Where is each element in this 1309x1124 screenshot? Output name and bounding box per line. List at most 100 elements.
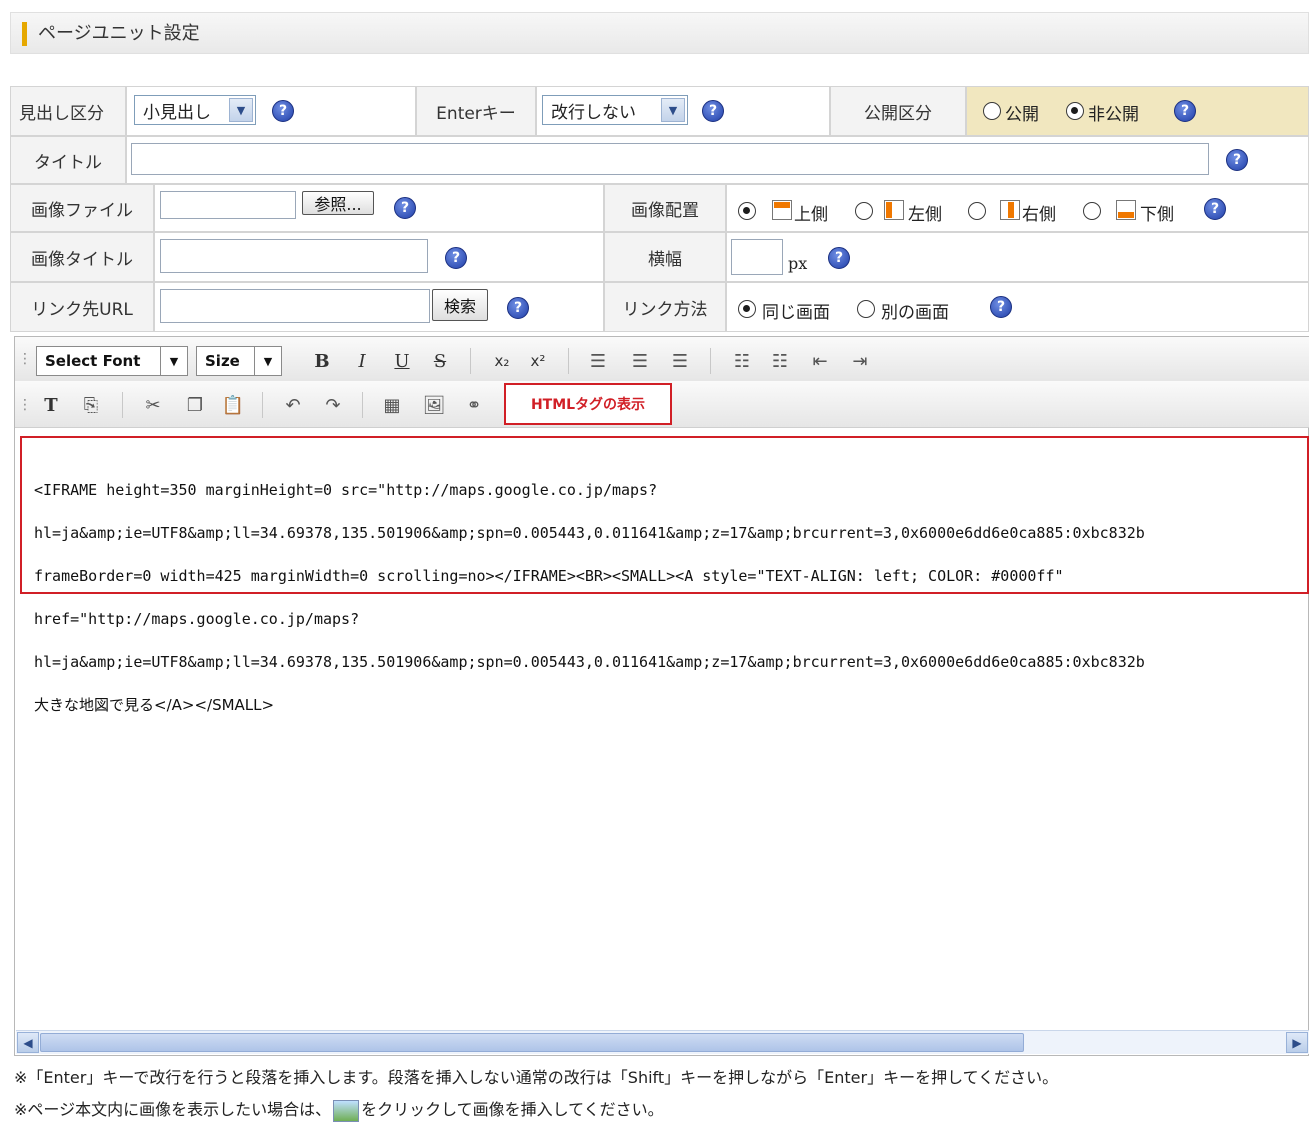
publish-option-public: 公開 xyxy=(1005,105,1039,125)
redo-icon[interactable]: ↷ xyxy=(318,390,348,420)
code-line: href="http://maps.google.co.jp/maps? xyxy=(34,609,360,628)
heading-type-label: 見出し区分 xyxy=(10,86,126,136)
link-method-other: 別の画面 xyxy=(881,303,949,323)
publish-option-private: 非公開 xyxy=(1088,105,1139,125)
heading-type-select[interactable]: 小見出し ▼ xyxy=(134,95,256,125)
header-accent-bar xyxy=(22,22,27,46)
paste-icon[interactable]: 📋 xyxy=(218,390,248,420)
undo-icon[interactable]: ↶ xyxy=(278,390,308,420)
enter-key-select[interactable]: 改行しない ▼ xyxy=(542,95,688,125)
help-icon[interactable]: ? xyxy=(394,197,416,219)
enter-key-value: 改行しない xyxy=(551,102,636,123)
link-method-radio-same[interactable] xyxy=(738,300,756,318)
html-tag-toggle-button[interactable]: HTMLタグの表示 xyxy=(504,383,672,425)
publish-label: 公開区分 xyxy=(830,86,966,136)
size-select[interactable]: Size ▼ xyxy=(196,346,282,376)
title-input[interactable] xyxy=(131,143,1209,175)
toolbar-separator xyxy=(470,348,471,374)
image-insert-icon xyxy=(333,1099,360,1122)
toolbar-separator xyxy=(710,348,711,374)
enter-key-note: ※「Enter」キーで改行を行うと段落を挿入します。段落を挿入しない通常の改行は… xyxy=(14,1068,1059,1087)
image-position-radio-right[interactable] xyxy=(968,202,986,220)
table-icon[interactable]: ▦ xyxy=(376,390,408,420)
font-select[interactable]: Select Font ▼ xyxy=(36,346,188,376)
scroll-right-icon[interactable]: ▶ xyxy=(1286,1032,1308,1053)
search-button[interactable]: 検索 xyxy=(432,289,488,321)
subscript-icon[interactable]: x₂ xyxy=(488,346,516,376)
image-file-label: 画像ファイル xyxy=(10,184,154,232)
help-icon[interactable]: ? xyxy=(990,296,1012,318)
width-label: 横幅 xyxy=(604,232,726,282)
image-position-radio-left[interactable] xyxy=(855,202,873,220)
position-right-icon xyxy=(1000,200,1020,220)
title-label: タイトル xyxy=(10,136,126,184)
link-method-radio-other[interactable] xyxy=(857,300,875,318)
indent-icon[interactable]: ⇥ xyxy=(846,346,874,376)
image-position-top: 上側 xyxy=(794,205,828,225)
align-right-icon[interactable]: ☰ xyxy=(666,346,694,376)
code-line: hl=ja&amp;ie=UTF8&amp;ll=34.69378,135.50… xyxy=(34,523,1145,542)
italic-button[interactable]: I xyxy=(348,346,376,376)
scroll-left-icon[interactable]: ◀ xyxy=(17,1032,39,1053)
image-position-radio-top[interactable] xyxy=(738,202,756,220)
help-icon[interactable]: ? xyxy=(702,100,724,122)
paste-format-icon[interactable]: ⎘ xyxy=(76,390,106,420)
image-position-bottom: 下側 xyxy=(1140,205,1174,225)
superscript-icon[interactable]: x² xyxy=(524,346,552,376)
cut-icon[interactable]: ✂ xyxy=(138,390,168,420)
image-title-input[interactable] xyxy=(160,239,428,273)
help-icon[interactable]: ? xyxy=(272,100,294,122)
link-method-same: 同じ画面 xyxy=(762,303,830,323)
toolbar-separator xyxy=(362,392,363,418)
code-line: <IFRAME height=350 marginHeight=0 src="h… xyxy=(34,480,658,499)
image-file-input[interactable] xyxy=(160,191,296,219)
chevron-down-icon: ▼ xyxy=(229,98,253,122)
heading-type-value: 小見出し xyxy=(143,102,211,123)
link-url-label: リンク先URL xyxy=(10,282,154,332)
image-position-radio-bottom[interactable] xyxy=(1083,202,1101,220)
position-left-icon xyxy=(884,200,904,220)
enter-key-label: Enterキー xyxy=(416,86,536,136)
toolbar-separator xyxy=(262,392,263,418)
help-icon[interactable]: ? xyxy=(828,247,850,269)
code-line: frameBorder=0 width=425 marginWidth=0 sc… xyxy=(34,566,1064,585)
help-icon[interactable]: ? xyxy=(507,297,529,319)
image-insert-icon[interactable]: 🖼 xyxy=(418,390,450,420)
underline-button[interactable]: U xyxy=(388,346,416,376)
help-icon[interactable]: ? xyxy=(445,247,467,269)
link-icon[interactable]: ⚭ xyxy=(458,390,490,420)
ordered-list-icon[interactable]: ☷ xyxy=(728,346,756,376)
help-icon[interactable]: ? xyxy=(1226,149,1248,171)
code-line: 大きな地図で見る</A></SMALL> xyxy=(34,695,275,714)
position-top-icon xyxy=(772,200,792,220)
help-icon[interactable]: ? xyxy=(1204,198,1226,220)
chevron-down-icon: ▼ xyxy=(661,98,685,122)
toolbar-grip-icon: ⋮ xyxy=(18,351,32,367)
width-input[interactable] xyxy=(731,239,783,275)
publish-radio-private[interactable] xyxy=(1066,102,1084,120)
link-url-input[interactable] xyxy=(160,289,430,323)
html-source-text[interactable]: <IFRAME height=350 marginHeight=0 src="h… xyxy=(34,458,1304,738)
image-note-after: をクリックして画像を挿入してください。 xyxy=(361,1100,664,1119)
text-style-icon[interactable]: T xyxy=(36,390,66,420)
image-position-right: 右側 xyxy=(1022,205,1056,225)
help-icon[interactable]: ? xyxy=(1174,100,1196,122)
outdent-icon[interactable]: ⇤ xyxy=(806,346,834,376)
scrollbar-thumb[interactable] xyxy=(40,1033,1024,1052)
horizontal-scrollbar[interactable]: ◀ ▶ xyxy=(16,1030,1309,1054)
image-note-before: ※ページ本文内に画像を表示したい場合は、 xyxy=(14,1100,332,1119)
code-line: hl=ja&amp;ie=UTF8&amp;ll=34.69378,135.50… xyxy=(34,652,1145,671)
browse-button[interactable]: 参照... xyxy=(302,191,374,215)
bold-button[interactable]: B xyxy=(308,346,336,376)
copy-icon[interactable]: ❐ xyxy=(180,390,210,420)
size-select-label: Size xyxy=(205,352,240,370)
strikethrough-button[interactable]: S xyxy=(426,346,454,376)
align-left-icon[interactable]: ☰ xyxy=(584,346,612,376)
align-center-icon[interactable]: ☰ xyxy=(626,346,654,376)
publish-radio-public[interactable] xyxy=(983,102,1001,120)
link-method-label: リンク方法 xyxy=(604,282,726,332)
image-title-label: 画像タイトル xyxy=(10,232,154,282)
width-unit: px xyxy=(788,254,808,273)
unordered-list-icon[interactable]: ☷ xyxy=(766,346,794,376)
image-position-left: 左側 xyxy=(908,205,942,225)
